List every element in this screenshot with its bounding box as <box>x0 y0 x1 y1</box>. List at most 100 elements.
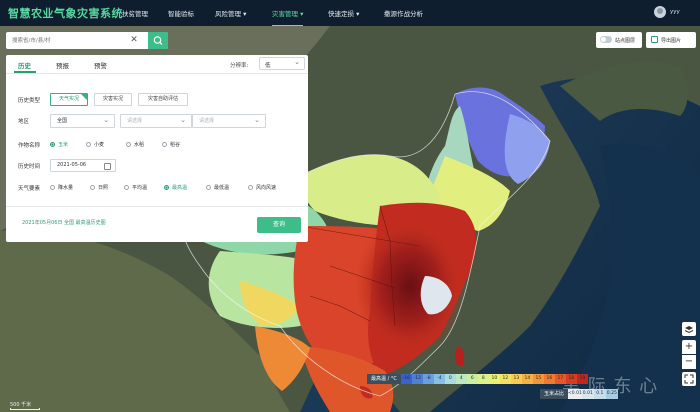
region-province-select[interactable]: 全国 <box>50 114 115 128</box>
export-image-label: 导出图片 <box>661 38 682 44</box>
radio-element-wind[interactable]: 风向风速 <box>248 184 276 191</box>
radio-dot <box>90 185 95 190</box>
temperature-legend-cell: 6 <box>466 374 478 384</box>
fullscreen-button[interactable] <box>682 372 696 386</box>
radio-label: 最高温 <box>172 185 188 191</box>
chip-weather-actual[interactable]: 天气实况 <box>50 93 88 106</box>
nav-disaster-management[interactable]: 灾害管理 ▾ <box>272 8 304 27</box>
radio-label: 小麦 <box>94 142 105 148</box>
layers-button[interactable] <box>682 322 696 336</box>
region-label: 地区 <box>18 119 30 125</box>
radio-element-max-temp[interactable]: 最高温 <box>164 184 187 191</box>
radio-label: 玉米 <box>58 142 69 148</box>
nav-quick-loss-assessment[interactable]: 快速定损 ▾ <box>328 8 359 18</box>
toggle-switch[interactable] <box>600 36 612 43</box>
radio-dot <box>124 185 129 190</box>
temperature-legend-cell: -4 <box>433 374 445 384</box>
query-button[interactable]: 查询 <box>257 217 301 233</box>
radio-element-precipitation[interactable]: 降水量 <box>50 184 73 191</box>
chip-disaster-self-assessment[interactable]: 灾害自助评估 <box>138 93 188 106</box>
crop-label: 作物名称 <box>18 143 41 149</box>
toggle-knob <box>601 37 606 42</box>
history-date-value: 2021-05-06 <box>57 162 87 168</box>
radio-label: 稻谷 <box>170 142 181 148</box>
user-name[interactable]: yyy <box>670 9 680 15</box>
radio-dot <box>126 142 131 147</box>
radio-crop-corn[interactable]: 玉米 <box>50 141 68 148</box>
nav-source-analysis[interactable]: 撒源作战分析 <box>384 8 423 18</box>
radio-dot <box>206 185 211 190</box>
fullscreen-icon <box>684 374 694 384</box>
temperature-legend-cell: 4 <box>455 374 467 384</box>
radio-crop-wheat[interactable]: 小麦 <box>86 141 104 148</box>
temperature-legend-cell: -16 <box>400 374 412 384</box>
layers-icon <box>684 326 694 334</box>
resolution-select[interactable]: 低 <box>259 57 305 70</box>
chip-disaster-actual[interactable]: 灾害实况 <box>94 93 132 106</box>
radio-element-sunshine[interactable]: 日照 <box>90 184 108 191</box>
zoom-out-button[interactable]: − <box>682 355 696 369</box>
radio-dot <box>164 185 169 190</box>
radio-crop-grain[interactable]: 稻谷 <box>162 141 180 148</box>
user-avatar[interactable] <box>654 6 666 18</box>
query-panel: 历史 预报 预警 分辨率: 低 历史类型 天气实况 灾害实况 灾害自助评估 地区… <box>6 55 308 242</box>
search-icon <box>153 36 163 45</box>
radio-element-avg-temp[interactable]: 平均温 <box>124 184 147 191</box>
crop-share-legend: 玉米占比 <0.01 0.01 0.1 0.25 <box>540 389 618 399</box>
radio-dot <box>86 142 91 147</box>
tab-forecast[interactable]: 预报 <box>56 60 69 70</box>
history-time-label: 历史时间 <box>18 164 41 170</box>
panel-divider <box>6 206 308 207</box>
radio-dot <box>50 142 55 147</box>
temperature-legend-cell: 12 <box>499 374 511 384</box>
radio-label: 平均温 <box>132 185 148 191</box>
temperature-legend-cell: -12 <box>411 374 423 384</box>
nav-poverty-management[interactable]: 扶贫管理 <box>122 8 148 18</box>
history-date-input[interactable]: 2021-05-06 <box>50 159 116 172</box>
crop-share-legend-title: 玉米占比 <box>540 389 569 399</box>
radio-label: 降水量 <box>58 185 74 191</box>
crop-share-legend-cell: 0.1 <box>593 389 606 399</box>
temperature-legend: 最高温 / °C -16 -12 -8 -4 0 4 6 8 10 12 13 14 15 16 17 18 1… <box>367 374 588 384</box>
app-title: 智慧农业气象灾害系统 <box>8 7 123 20</box>
tab-warning[interactable]: 预警 <box>94 60 107 70</box>
temperature-legend-cell: 15 <box>532 374 544 384</box>
region-county-select[interactable]: 请选择 <box>192 114 266 128</box>
search-input[interactable] <box>6 32 124 49</box>
search-button[interactable] <box>148 32 168 49</box>
nav-smart-inspection[interactable]: 智能验标 <box>168 8 194 18</box>
region-city-select[interactable]: 请选择 <box>120 114 192 128</box>
nav-risk-management[interactable]: 风险管理 ▾ <box>215 8 246 18</box>
temperature-legend-cell: 14 <box>521 374 533 384</box>
temperature-legend-cell: 0 <box>444 374 456 384</box>
map-scale-bar <box>10 408 40 410</box>
zoom-in-button[interactable]: + <box>682 340 696 354</box>
crop-share-legend-cell: 0.01 <box>581 389 594 399</box>
export-image-button[interactable]: 导出图片 <box>646 32 696 48</box>
site-layer-toggle[interactable]: 站点图层 <box>596 32 642 48</box>
radio-label: 水稻 <box>134 142 145 148</box>
temperature-legend-cell: -8 <box>422 374 434 384</box>
weather-element-label: 天气要素 <box>18 186 41 192</box>
temperature-legend-cell: 19 <box>576 374 588 384</box>
temperature-legend-cell: 13 <box>510 374 522 384</box>
map-scale-label: 500 千米 <box>10 402 32 408</box>
crop-share-legend-cell: 0.25 <box>605 389 618 399</box>
image-icon <box>651 36 658 43</box>
radio-label: 日照 <box>98 185 109 191</box>
radio-dot <box>248 185 253 190</box>
tab-history[interactable]: 历史 <box>18 60 31 70</box>
radio-label: 风向风速 <box>256 185 277 191</box>
search-box: ✕ <box>6 32 168 49</box>
top-navigation-bar: 智慧农业气象灾害系统 扶贫管理 智能验标 风险管理 ▾ 灾害管理 ▾ 快速定损 … <box>0 0 700 27</box>
resolution-label: 分辨率: <box>230 63 249 69</box>
radio-crop-rice[interactable]: 水稻 <box>126 141 144 148</box>
query-summary: 2021年05月06日 全国 最高温历史图 <box>22 220 106 226</box>
crop-share-legend-cell: <0.01 <box>568 389 582 399</box>
radio-dot <box>50 185 55 190</box>
history-type-label: 历史类型 <box>18 98 41 104</box>
tabs-divider <box>6 73 308 74</box>
clear-icon[interactable]: ✕ <box>128 34 140 47</box>
temperature-legend-title: 最高温 / °C <box>367 374 401 384</box>
radio-element-min-temp[interactable]: 最低温 <box>206 184 229 191</box>
